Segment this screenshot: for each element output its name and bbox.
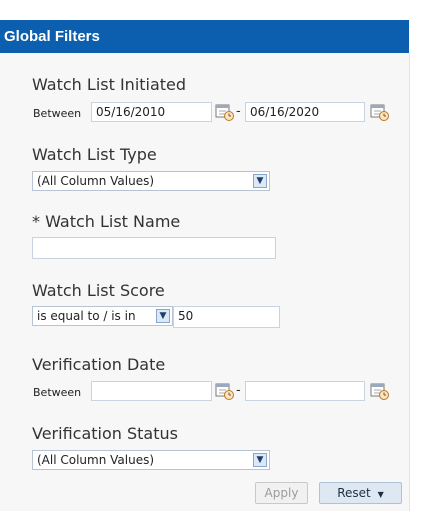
apply-button-label: Apply: [264, 486, 299, 500]
calendar-icon[interactable]: [215, 102, 235, 122]
verification-date-from-input[interactable]: [91, 381, 212, 401]
watch-list-score-operator-select[interactable]: is equal to / is in ▼: [32, 306, 173, 326]
chevron-down-icon[interactable]: ▼: [253, 174, 267, 188]
reset-button[interactable]: Reset ▼: [319, 482, 402, 504]
range-separator: -: [236, 383, 241, 398]
range-separator: -: [236, 104, 241, 119]
chevron-down-icon[interactable]: ▼: [156, 309, 170, 323]
calendar-icon[interactable]: [370, 102, 390, 122]
calendar-icon[interactable]: [215, 381, 235, 401]
verification-date-operator: Between: [33, 386, 82, 399]
watch-list-type-select[interactable]: (All Column Values) ▼: [32, 171, 270, 191]
watch-list-initiated-label: Watch List Initiated: [32, 75, 187, 94]
verification-status-label: Verification Status: [32, 424, 178, 443]
panel-title: Global Filters: [4, 28, 100, 45]
verification-date-to-input[interactable]: [245, 381, 365, 401]
watch-list-score-value-input[interactable]: 50: [173, 306, 280, 328]
watch-list-name-label: * Watch List Name: [32, 212, 181, 231]
watch-list-initiated-operator: Between: [33, 107, 82, 120]
panel-header: Global Filters: [0, 20, 409, 53]
watch-list-type-label: Watch List Type: [32, 145, 157, 164]
reset-button-label: Reset: [337, 486, 371, 500]
calendar-icon[interactable]: [370, 381, 390, 401]
watch-list-score-operator-value: is equal to / is in: [37, 309, 136, 323]
verification-date-label: Verification Date: [32, 355, 166, 374]
watch-list-type-value: (All Column Values): [37, 174, 155, 188]
watch-list-name-input[interactable]: [32, 237, 276, 259]
caret-down-icon: ▼: [377, 490, 384, 499]
watch-list-initiated-from-input[interactable]: 05/16/2010: [91, 102, 212, 122]
verification-status-select[interactable]: (All Column Values) ▼: [32, 450, 270, 470]
chevron-down-icon[interactable]: ▼: [253, 453, 267, 467]
watch-list-initiated-to-input[interactable]: 06/16/2020: [245, 102, 365, 122]
apply-button[interactable]: Apply: [255, 482, 308, 504]
watch-list-score-label: Watch List Score: [32, 281, 165, 300]
verification-status-value: (All Column Values): [37, 453, 155, 467]
